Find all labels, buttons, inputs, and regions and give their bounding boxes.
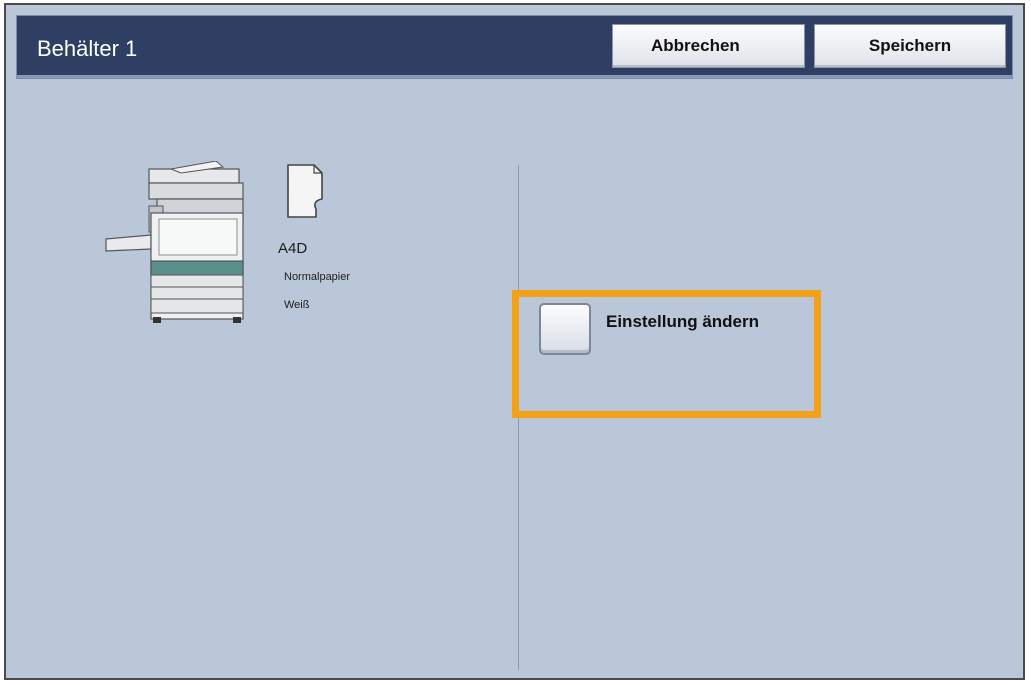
header-bar: Behälter 1 Abbrechen Speichern [16, 15, 1013, 79]
paper-size-label: A4D [278, 240, 308, 257]
paper-type-label: Normalpapier [284, 271, 351, 283]
paper-color-label: Weiß [284, 299, 310, 311]
change-settings-checkbox[interactable] [539, 303, 591, 355]
printer-icon [105, 161, 244, 323]
cancel-button[interactable]: Abbrechen [612, 24, 805, 68]
page-title: Behälter 1 [37, 36, 138, 61]
save-button[interactable]: Speichern [814, 24, 1006, 68]
paper-sheet-icon [287, 164, 323, 218]
tray-settings-screen: Behälter 1 Abbrechen Speichern A4D Norma… [4, 3, 1025, 680]
change-settings-label: Einstellung ändern [606, 312, 760, 331]
